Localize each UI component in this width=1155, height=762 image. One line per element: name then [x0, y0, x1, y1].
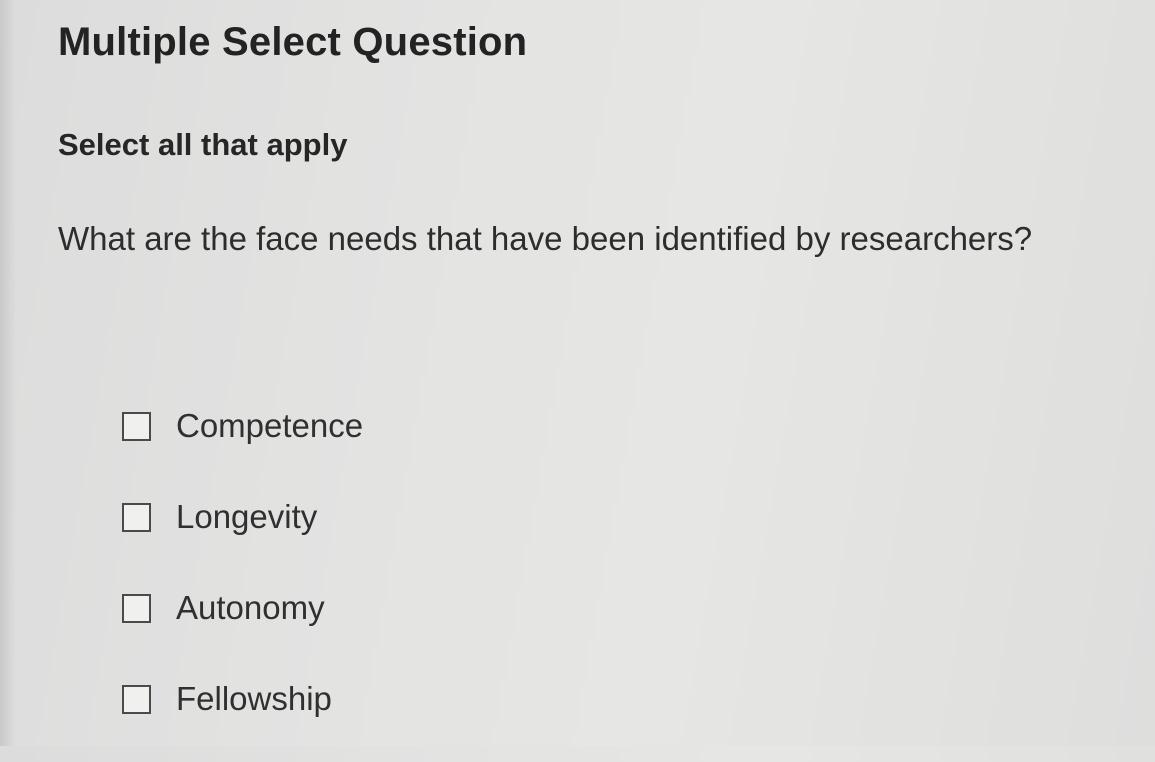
answer-option-label: Longevity [176, 498, 318, 535]
checkbox-competence[interactable] [122, 411, 151, 441]
question-prompt: What are the face needs that have been i… [58, 220, 1033, 257]
answer-options-list: Competence Longevity Autonomy Fellowship [122, 398, 363, 762]
answer-option-label: Fellowship [176, 680, 332, 717]
answer-option-label: Competence [176, 407, 364, 444]
answer-option-fellowship[interactable]: Fellowship [122, 671, 363, 727]
answer-option-longevity[interactable]: Longevity [122, 489, 363, 545]
checkbox-longevity[interactable] [122, 502, 151, 532]
question-instruction: Select all that apply [58, 127, 348, 162]
question-type-heading: Multiple Select Question [58, 20, 528, 64]
checkbox-fellowship[interactable] [122, 684, 151, 714]
page-left-shadow [0, 0, 16, 746]
answer-option-competence[interactable]: Competence [122, 398, 363, 454]
checkbox-autonomy[interactable] [122, 593, 151, 623]
answer-option-label: Autonomy [176, 589, 325, 626]
answer-option-autonomy[interactable]: Autonomy [122, 580, 363, 636]
